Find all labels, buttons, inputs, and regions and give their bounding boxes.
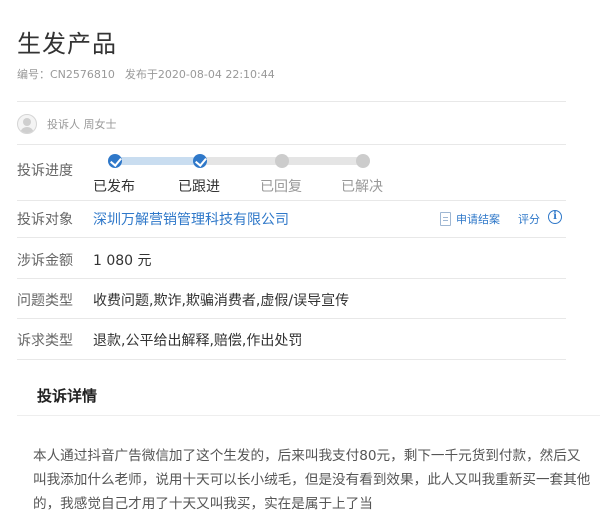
complainant: 投诉人 周女士 <box>17 114 117 134</box>
complainant-name: 投诉人 周女士 <box>47 118 117 131</box>
info-icon[interactable]: i <box>548 210 562 224</box>
progress-step-replied-icon <box>275 154 289 168</box>
progress-step-label: 已发布 <box>93 179 135 195</box>
progress-step-followed-icon <box>193 154 207 168</box>
demand-type-label: 诉求类型 <box>17 333 73 349</box>
company-link[interactable]: 深圳万解营销管理科技有限公司 <box>93 209 289 229</box>
details-title: 投诉详情 <box>37 387 98 405</box>
publish-time: 发布于2020-08-04 22:10:44 <box>124 68 275 81</box>
apply-close-label: 申请结案 <box>456 213 500 226</box>
target-label: 投诉对象 <box>17 212 73 228</box>
rate-button[interactable]: 评分 <box>518 211 540 227</box>
problem-type-value: 收费问题,欺诈,欺骗消费者,虚假/误导宣传 <box>93 293 350 309</box>
progress-label: 投诉进度 <box>17 163 73 179</box>
divider <box>17 359 566 360</box>
complaint-id: 编号：CN2576810 <box>17 68 115 81</box>
demand-type-value: 退款,公平给出解释,赔偿,作出处罚 <box>93 333 303 349</box>
details-text: 本人通过抖音广告微信加了这个生发的，后来叫我支付80元，剩下一千元货到付款，然后… <box>33 448 591 512</box>
progress-step-published-icon <box>108 154 122 168</box>
complaint-meta: 编号：CN2576810 发布于2020-08-04 22:10:44 <box>17 66 275 82</box>
document-icon <box>440 212 451 226</box>
apply-close-button[interactable]: 申请结案 <box>440 211 500 227</box>
divider <box>17 237 566 238</box>
progress-step-label: 已解决 <box>341 179 383 195</box>
divider <box>17 101 566 102</box>
divider <box>17 318 566 319</box>
problem-type-label: 问题类型 <box>17 293 73 309</box>
progress-step-label: 已跟进 <box>178 179 220 195</box>
rate-label: 评分 <box>518 213 540 226</box>
divider <box>17 278 566 279</box>
progress-step-label: 已回复 <box>260 179 302 195</box>
avatar-icon <box>17 114 37 134</box>
divider <box>17 415 600 416</box>
complaint-page: 生发产品 编号：CN2576810 发布于2020-08-04 22:10:44 … <box>0 0 600 523</box>
progress-step-resolved-icon <box>356 154 370 168</box>
divider <box>17 144 566 145</box>
progress-track-done <box>112 157 200 165</box>
amount-label: 涉诉金额 <box>17 253 73 269</box>
page-title: 生发产品 <box>17 30 117 58</box>
amount-value: 1 080 元 <box>93 253 152 269</box>
divider <box>17 200 566 201</box>
